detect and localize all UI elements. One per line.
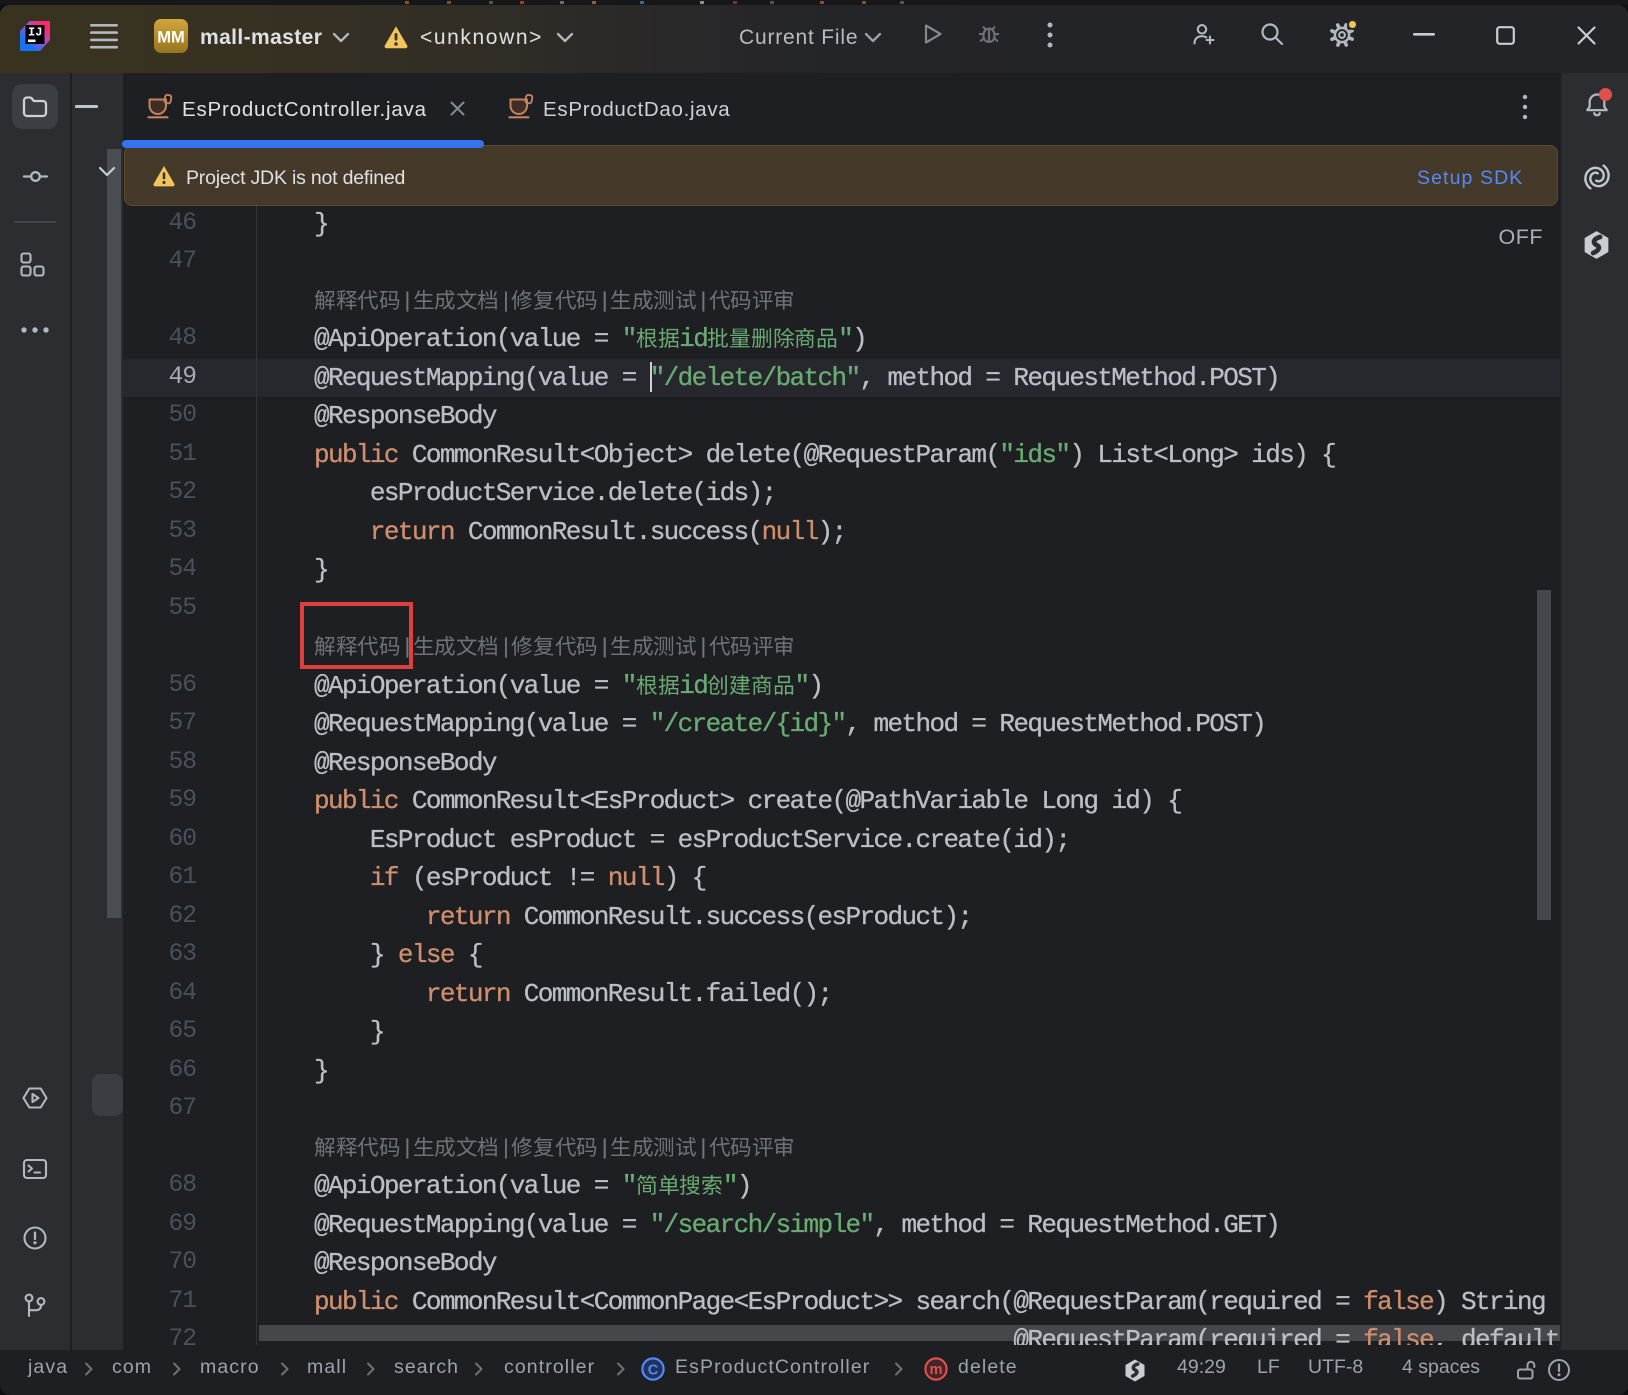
svg-text:IJ: IJ: [28, 26, 42, 40]
svg-text:m: m: [930, 1362, 943, 1378]
svg-text:MM: MM: [157, 29, 185, 47]
svg-text:C: C: [648, 1362, 659, 1378]
